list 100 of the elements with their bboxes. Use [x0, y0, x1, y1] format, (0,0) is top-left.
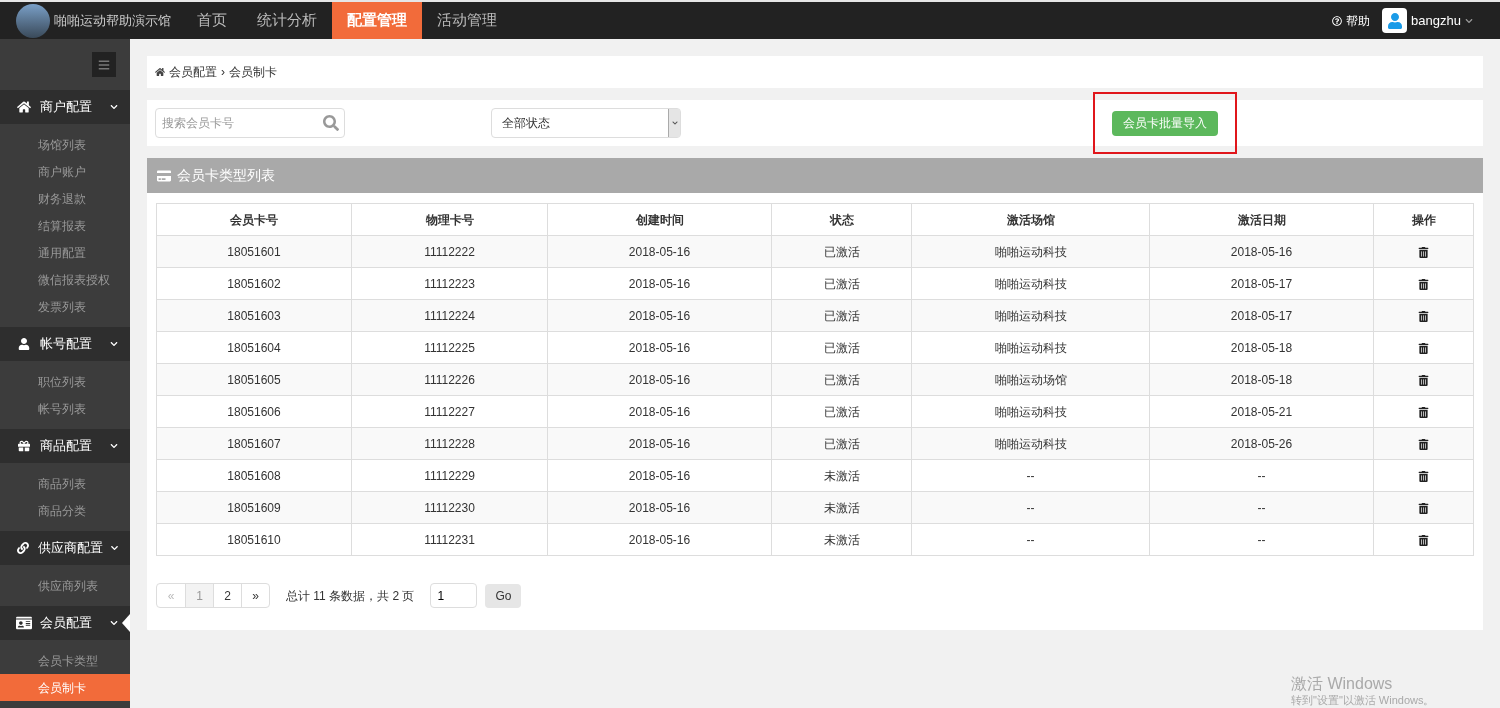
- active-pointer-icon: [122, 614, 130, 632]
- nav-tab[interactable]: 配置管理: [332, 2, 422, 39]
- sidebar-group-header[interactable]: 会员配置: [0, 606, 130, 640]
- user-menu[interactable]: bangzhu: [1411, 2, 1473, 39]
- menu-icon: [98, 58, 110, 71]
- sidebar-item[interactable]: 财务退款: [0, 185, 130, 212]
- table-cell: 未激活: [771, 491, 912, 524]
- table-cell: 已激活: [771, 331, 912, 364]
- delete-button[interactable]: [1418, 342, 1429, 354]
- delete-button[interactable]: [1418, 246, 1429, 258]
- sidebar-item[interactable]: 供应商列表: [0, 572, 130, 599]
- table-cell: 2018-05-16: [547, 235, 772, 268]
- table-cell: 啪啪运动科技: [911, 235, 1150, 268]
- sidebar-item[interactable]: 商户账户: [0, 158, 130, 185]
- table-cell: 18051610: [156, 523, 352, 556]
- breadcrumb-item[interactable]: 会员配置: [169, 63, 217, 81]
- table-cell: 18051602: [156, 267, 352, 300]
- sidebar-item[interactable]: 帐号列表: [0, 395, 130, 422]
- search-icon[interactable]: [323, 115, 339, 131]
- sidebar-item[interactable]: 结算报表: [0, 212, 130, 239]
- nav-tab[interactable]: 活动管理: [422, 2, 512, 39]
- table-cell: --: [911, 459, 1150, 492]
- table-cell: --: [1149, 491, 1374, 524]
- table-cell: 11112222: [351, 235, 548, 268]
- table-cell: 2018-05-21: [1149, 395, 1374, 428]
- table-cell: 啪啪运动科技: [911, 331, 1150, 364]
- table-cell: 11112227: [351, 395, 548, 428]
- delete-button[interactable]: [1418, 438, 1429, 450]
- user-icon: [18, 338, 30, 350]
- menu-toggle-button[interactable]: [92, 52, 116, 77]
- delete-button[interactable]: [1418, 406, 1429, 418]
- table-cell: 啪啪运动科技: [911, 395, 1150, 428]
- table-cell: 2018-05-18: [1149, 363, 1374, 396]
- table-cell: --: [1149, 523, 1374, 556]
- table-cell: 已激活: [771, 427, 912, 460]
- delete-button[interactable]: [1418, 502, 1429, 514]
- table-cell: --: [911, 523, 1150, 556]
- page-button[interactable]: 2: [213, 584, 241, 607]
- os-notice-text: 转到"设置"以激活 Windows。: [1291, 694, 1435, 708]
- table-cell: 2018-05-18: [1149, 331, 1374, 364]
- link-icon: [17, 542, 29, 554]
- table-cell: 啪啪运动场馆: [911, 363, 1150, 396]
- delete-button[interactable]: [1418, 374, 1429, 386]
- page-jump-field[interactable]: 1: [430, 583, 478, 608]
- nav-tab[interactable]: 统计分析: [242, 2, 332, 39]
- import-button[interactable]: 会员卡批量导入: [1112, 110, 1218, 136]
- pagination-summary: 总计 11 条数据，共 2 页: [286, 587, 415, 605]
- avatar-icon: [1382, 8, 1408, 33]
- sidebar-item[interactable]: 商品分类: [0, 497, 130, 524]
- column-header: 创建时间: [547, 203, 772, 236]
- help-icon: [1332, 15, 1343, 26]
- table-cell: 2018-05-16: [547, 331, 772, 364]
- breadcrumb-item: 会员制卡: [229, 64, 277, 81]
- sidebar-item[interactable]: 会员卡类型: [0, 647, 130, 674]
- gift-icon: [18, 440, 30, 452]
- table-cell: 已激活: [771, 299, 912, 332]
- delete-button[interactable]: [1418, 310, 1429, 322]
- sidebar-group-header[interactable]: 商户配置: [0, 90, 130, 124]
- sidebar-item[interactable]: 微信报表授权: [0, 266, 130, 293]
- go-button[interactable]: Go: [485, 583, 522, 608]
- table-cell: 18051604: [156, 331, 352, 364]
- delete-button[interactable]: [1418, 534, 1429, 546]
- delete-button[interactable]: [1418, 278, 1429, 290]
- help-link[interactable]: 帮助: [1332, 2, 1371, 39]
- sidebar-item[interactable]: 发票列表: [0, 293, 130, 320]
- column-header: 激活场馆: [911, 203, 1150, 236]
- column-header: 物理卡号: [351, 203, 548, 236]
- column-header: 状态: [771, 203, 912, 236]
- table-cell: 2018-05-16: [547, 267, 772, 300]
- column-header: 会员卡号: [156, 203, 352, 236]
- table-cell: 未激活: [771, 523, 912, 556]
- table-cell: 11112224: [351, 299, 548, 332]
- nav-tab[interactable]: 首页: [182, 2, 242, 39]
- table-cell: 2018-05-16: [547, 427, 772, 460]
- sidebar-item[interactable]: 通用配置: [0, 239, 130, 266]
- table-cell: 已激活: [771, 395, 912, 428]
- sidebar-group-header[interactable]: 供应商配置: [0, 531, 130, 565]
- table-cell: 已激活: [771, 235, 912, 268]
- page-button[interactable]: 1: [185, 584, 213, 607]
- sidebar-item[interactable]: 商品列表: [0, 470, 130, 497]
- table-cell: 2018-05-26: [1149, 427, 1374, 460]
- brand-name: 啪啪运动帮助演示馆: [54, 11, 171, 30]
- delete-button[interactable]: [1418, 470, 1429, 482]
- next-page-button[interactable]: »: [241, 584, 269, 607]
- sidebar-item[interactable]: 职位列表: [0, 368, 130, 395]
- table-cell: 2018-05-16: [547, 523, 772, 556]
- sidebar-group-header[interactable]: 帐号配置: [0, 327, 130, 361]
- home-icon: [17, 100, 31, 114]
- search-field[interactable]: 搜索会员卡号: [155, 108, 345, 138]
- table-cell: 18051608: [156, 459, 352, 492]
- table-cell: 11112228: [351, 427, 548, 460]
- sidebar-item[interactable]: 场馆列表: [0, 131, 130, 158]
- table-cell: 11112231: [351, 523, 548, 556]
- table-cell: 11112229: [351, 459, 548, 492]
- sidebar-item[interactable]: 会员制卡: [0, 674, 130, 701]
- os-notice-title: 激活 Windows: [1291, 674, 1394, 694]
- table-cell: 啪啪运动科技: [911, 267, 1150, 300]
- sidebar-group-header[interactable]: 商品配置: [0, 429, 130, 463]
- status-select[interactable]: 全部状态: [491, 108, 681, 138]
- table-cell: 11112226: [351, 363, 548, 396]
